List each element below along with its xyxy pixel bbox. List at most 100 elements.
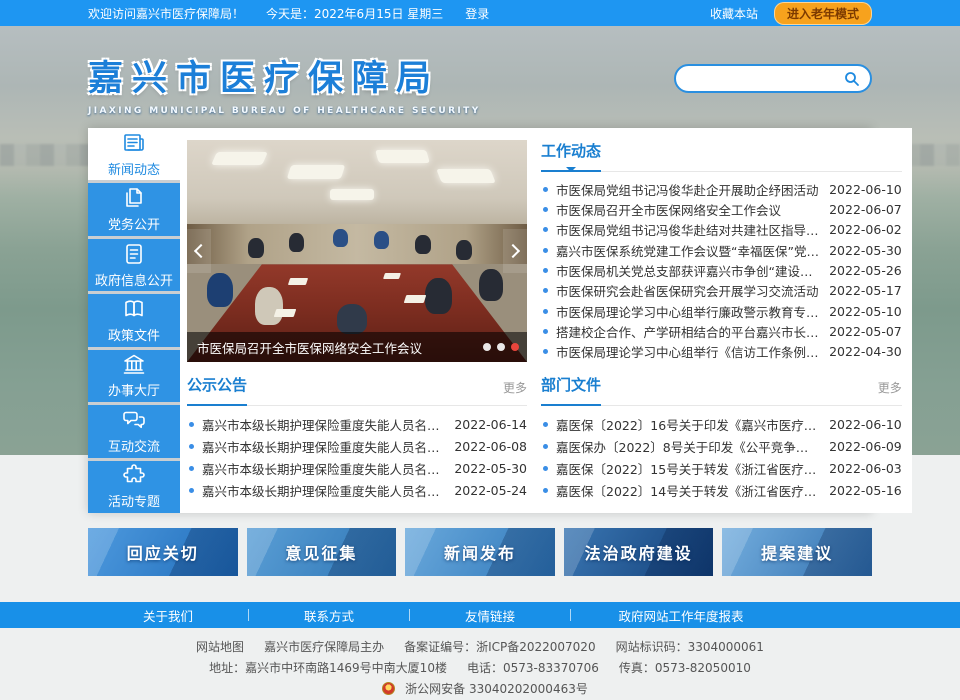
section-title[interactable]: 部门文件 <box>541 374 601 406</box>
footer-nav-links[interactable]: 友情链接 <box>410 606 570 625</box>
news-link[interactable]: 市医保研究会赴省医保研究会开展学习交流活动 <box>556 281 819 300</box>
bank-icon <box>122 352 146 376</box>
sidebar-item-label: 活动专题 <box>108 491 160 510</box>
news-link[interactable]: 嘉医保〔2022〕16号关于印发《嘉兴市医疗保... <box>556 415 819 434</box>
list-item[interactable]: 市医保局党组书记冯俊华赴企开展助企纾困活动 2022-06-10 <box>541 179 902 199</box>
list-item[interactable]: 嘉医保〔2022〕14号关于转发《浙江省医疗保...2022-05-16 <box>541 479 902 501</box>
date-text: 今天是：2022年6月15日 星期三 <box>266 5 443 22</box>
carousel-dot[interactable] <box>497 343 505 351</box>
announcements-list: 嘉兴市本级长期护理保险重度失能人员名单公示（2...2022-06-14 嘉兴市… <box>187 413 527 501</box>
list-item[interactable]: 嘉兴市本级长期护理保险重度失能人员名单公示（2...2022-06-14 <box>187 413 527 435</box>
carousel-next-button[interactable] <box>503 229 527 273</box>
news-link[interactable]: 市医保局党组书记冯俊华赴企开展助企纾困活动 <box>556 180 819 199</box>
site-subtitle: JIAXING MUNICIPAL BUREAU OF HEALTHCARE S… <box>88 106 481 116</box>
list-item[interactable]: 嘉医保〔2022〕16号关于印发《嘉兴市医疗保...2022-06-10 <box>541 413 902 435</box>
bullet-icon <box>543 466 548 471</box>
news-date: 2022-05-30 <box>454 461 527 476</box>
news-link[interactable]: 嘉兴市本级长期护理保险重度失能人员名单公示（2... <box>202 415 444 434</box>
quick-link-rule-of-law[interactable]: 法治政府建设 <box>564 528 714 576</box>
search-input[interactable] <box>685 71 843 87</box>
carousel-dots <box>483 343 519 351</box>
section-title[interactable]: 公示公告 <box>187 374 247 406</box>
quick-link-opinion-collection[interactable]: 意见征集 <box>247 528 397 576</box>
list-item[interactable]: 市医保研究会赴省医保研究会开展学习交流活动 2022-05-17 <box>541 281 902 301</box>
site-branding: 嘉兴市医疗保障局 JIAXING MUNICIPAL BUREAU OF HEA… <box>88 50 481 116</box>
phone-text: 电话：0573-83370706 <box>467 661 599 675</box>
carousel-dot-active[interactable] <box>511 343 519 351</box>
more-link[interactable]: 更多 <box>878 379 902 405</box>
section-dept-docs: 部门文件 更多 嘉医保〔2022〕16号关于印发《嘉兴市医疗保...2022-0… <box>541 374 902 501</box>
bullet-icon <box>543 444 548 449</box>
list-item[interactable]: 市医保局召开全市医保网络安全工作会议2022-06-07 <box>541 199 902 219</box>
news-link[interactable]: 市医保局机关党总支部获评嘉兴市争创“建设清廉机... <box>556 261 819 280</box>
sidebar-item-special-topics[interactable]: 活动专题 <box>88 461 180 513</box>
bullet-icon <box>189 422 194 427</box>
news-link[interactable]: 市医保局理论学习中心组举行廉政警示教育专题学习... <box>556 302 819 321</box>
bullet-icon <box>189 488 194 493</box>
quick-link-label: 法治政府建设 <box>585 540 693 564</box>
news-link[interactable]: 市医保局党组书记冯俊华赴结对共建社区指导全国文... <box>556 220 819 239</box>
news-link[interactable]: 嘉医保〔2022〕15号关于转发《浙江省医疗保... <box>556 459 819 478</box>
footer-nav-about[interactable]: 关于我们 <box>88 606 248 625</box>
news-link[interactable]: 嘉兴市本级长期护理保险重度失能人员名单公示（2... <box>202 459 444 478</box>
news-date: 2022-05-17 <box>829 283 902 298</box>
sidebar-item-news[interactable]: 新闻动态 <box>88 128 180 180</box>
footer-line-1: 网站地图嘉兴市医疗保障局主办备案证编号：浙ICP备2022007020网站标识码… <box>0 637 960 658</box>
sidebar-item-interaction[interactable]: 互动交流 <box>88 405 180 457</box>
sidebar-item-label: 政府信息公开 <box>95 270 173 289</box>
list-item[interactable]: 搭建校企合作、产学研相结合的平台嘉兴市长期护理...2022-05-07 <box>541 321 902 341</box>
ceiling-light <box>330 189 374 200</box>
list-item[interactable]: 嘉医保〔2022〕15号关于转发《浙江省医疗保...2022-06-03 <box>541 457 902 479</box>
ceiling-light <box>211 152 268 165</box>
list-item[interactable]: 市医保局机关党总支部获评嘉兴市争创“建设清廉机...2022-05-26 <box>541 260 902 280</box>
quick-link-respond-concerns[interactable]: 回应关切 <box>88 528 238 576</box>
paper <box>288 278 308 285</box>
news-link[interactable]: 嘉兴市本级长期护理保险重度失能人员名单公示（2... <box>202 437 444 456</box>
news-link[interactable]: 嘉医保〔2022〕14号关于转发《浙江省医疗保... <box>556 481 819 500</box>
favorite-link[interactable]: 收藏本站 <box>710 5 758 22</box>
quick-link-news-release[interactable]: 新闻发布 <box>405 528 555 576</box>
bullet-icon <box>543 349 548 354</box>
news-carousel[interactable]: 市医保局召开全市医保网络安全工作会议 <box>187 140 527 362</box>
document-icon <box>122 242 146 266</box>
person-silhouette <box>207 273 233 307</box>
list-item[interactable]: 嘉医保办〔2022〕8号关于印发《公平竞争审查...2022-06-09 <box>541 435 902 457</box>
footer-nav-annual-report[interactable]: 政府网站工作年度报表 <box>571 606 791 625</box>
section-title[interactable]: 工作动态 <box>541 140 601 172</box>
footer-nav-contact[interactable]: 联系方式 <box>249 606 409 625</box>
elder-mode-button[interactable]: 进入老年模式 <box>774 2 872 25</box>
news-link[interactable]: 市医保局理论学习中心组举行《信访工作条例》专题... <box>556 342 819 361</box>
news-link[interactable]: 嘉兴市本级长期护理保险重度失能人员名单公示（2... <box>202 481 444 500</box>
list-item[interactable]: 嘉兴市本级长期护理保险重度失能人员名单公示（2... 2022-05-30 <box>187 457 527 479</box>
news-date: 2022-06-10 <box>829 182 902 197</box>
sidebar-item-party-affairs[interactable]: 党务公开 <box>88 183 180 235</box>
login-link[interactable]: 登录 <box>465 5 489 22</box>
paper <box>403 295 426 303</box>
list-item[interactable]: 市医保局党组书记冯俊华赴结对共建社区指导全国文...2022-06-02 <box>541 220 902 240</box>
more-link[interactable]: 更多 <box>503 379 527 405</box>
icp-text: 备案证编号：浙ICP备2022007020 <box>404 640 596 654</box>
sidebar-item-policy-files[interactable]: 政策文件 <box>88 294 180 346</box>
list-item[interactable]: 市医保局理论学习中心组举行廉政警示教育专题学习...2022-05-10 <box>541 301 902 321</box>
carousel-prev-button[interactable] <box>187 229 211 273</box>
person-silhouette <box>248 238 264 258</box>
quick-link-label: 意见征集 <box>285 540 357 564</box>
list-item[interactable]: 市医保局理论学习中心组举行《信访工作条例》专题...2022-04-30 <box>541 342 902 362</box>
news-link[interactable]: 市医保局召开全市医保网络安全工作会议 <box>556 200 819 219</box>
news-link[interactable]: 嘉医保办〔2022〕8号关于印发《公平竞争审查... <box>556 437 819 456</box>
news-link[interactable]: 搭建校企合作、产学研相结合的平台嘉兴市长期护理... <box>556 322 819 341</box>
sidebar-item-gov-info[interactable]: 政府信息公开 <box>88 239 180 291</box>
search-icon[interactable] <box>843 70 861 88</box>
carousel-caption[interactable]: 市医保局召开全市医保网络安全工作会议 <box>187 332 527 362</box>
main-card: 新闻动态 党务公开 政府信息公开 政策文件 <box>88 128 872 513</box>
news-link[interactable]: 嘉兴市医保系统党建工作会议暨“幸福医保”党建联... <box>556 241 819 260</box>
quick-link-proposals[interactable]: 提案建议 <box>722 528 872 576</box>
list-item[interactable]: 嘉兴市本级长期护理保险重度失能人员名单公示（2...2022-06-08 <box>187 435 527 457</box>
list-item[interactable]: 嘉兴市本级长期护理保险重度失能人员名单公示（2...2022-05-24 <box>187 479 527 501</box>
book-icon <box>122 297 146 321</box>
ceiling-light <box>376 150 431 163</box>
sidebar-item-service-hall[interactable]: 办事大厅 <box>88 350 180 402</box>
carousel-dot[interactable] <box>483 343 491 351</box>
site-map-link[interactable]: 网站地图 <box>196 640 244 654</box>
list-item[interactable]: 嘉兴市医保系统党建工作会议暨“幸福医保”党建联...2022-05-30 <box>541 240 902 260</box>
